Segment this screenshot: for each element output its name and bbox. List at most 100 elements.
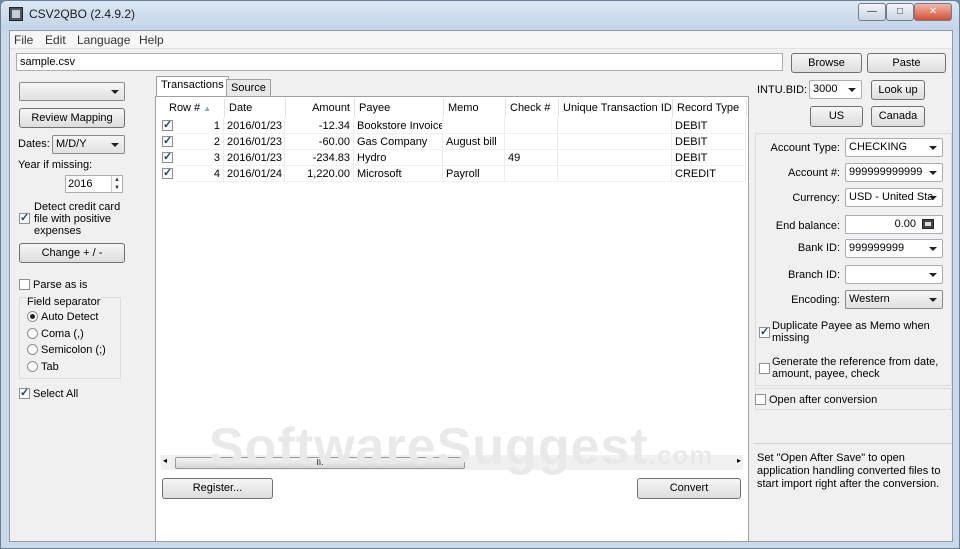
register-button[interactable]: Register... — [162, 478, 273, 499]
info-panel: Set "Open After Save" to open applicatio… — [753, 443, 952, 541]
detect-credit-card-checkbox[interactable] — [19, 211, 30, 224]
table-row[interactable]: 2 2016/01/23 -60.00 Gas Company August b… — [156, 134, 746, 150]
branch-id-select[interactable] — [845, 265, 943, 284]
account-type-value: CHECKING — [849, 141, 908, 153]
dates-format-select[interactable]: M/D/Y — [52, 135, 125, 154]
duplicate-payee-checkbox[interactable] — [759, 325, 770, 338]
column-header-date[interactable]: Date — [225, 99, 286, 117]
column-header-row-label: Row # — [169, 102, 201, 114]
app-icon — [9, 7, 23, 21]
cell-memo: Payroll — [443, 166, 505, 182]
select-all-checkbox[interactable] — [19, 386, 30, 399]
separator-radio-tab[interactable] — [27, 361, 38, 372]
info-text: Set "Open After Save" to open applicatio… — [757, 452, 941, 490]
cell-record-type: CREDIT — [672, 166, 746, 182]
row-checkbox[interactable] — [162, 118, 173, 131]
scroll-right-icon[interactable]: ▸ — [737, 456, 741, 465]
currency-label: Currency: — [792, 192, 840, 204]
bank-id-select[interactable]: 999999999 — [845, 239, 943, 258]
menu-bar: File Edit Language Help — [10, 31, 952, 49]
review-mapping-button[interactable]: Review Mapping — [19, 108, 125, 128]
table-row[interactable]: 1 2016/01/23 -12.34 Bookstore Invoice DE… — [156, 118, 746, 134]
paste-button[interactable]: Paste — [867, 53, 946, 73]
lookup-button[interactable]: Look up — [871, 80, 925, 100]
column-header-memo[interactable]: Memo — [444, 99, 506, 117]
cell-payee: Gas Company — [354, 134, 443, 150]
dates-format-value: M/D/Y — [56, 138, 87, 150]
window-title: CSV2QBO (2.4.9.2) — [29, 7, 136, 21]
currency-value: USD - United Sta — [849, 191, 934, 203]
field-separator-label: Field separator — [26, 296, 102, 308]
convert-button[interactable]: Convert — [637, 478, 741, 499]
year-value: 2016 — [68, 178, 93, 190]
separator-radio-coma[interactable] — [27, 328, 38, 339]
app-window: CSV2QBO (2.4.9.2) — □ ✕ File Edit Langua… — [0, 0, 960, 549]
table-row[interactable]: 4 2016/01/24 1,220.00 Microsoft Payroll … — [156, 166, 746, 182]
scroll-left-icon[interactable]: ◂ — [163, 456, 167, 465]
column-header-payee[interactable]: Payee — [355, 99, 444, 117]
cell-date: 2016/01/23 — [224, 134, 285, 150]
us-button[interactable]: US — [810, 106, 863, 127]
intu-bid-label: INTU.BID: — [757, 84, 808, 96]
bank-id-label: Bank ID: — [797, 242, 840, 254]
cell-date: 2016/01/23 — [224, 118, 285, 134]
encoding-select[interactable]: Western — [845, 290, 943, 309]
cell-record-type: DEBIT — [672, 150, 746, 166]
file-path-input[interactable]: sample.csv — [16, 53, 783, 71]
parse-as-is-checkbox[interactable] — [19, 279, 30, 290]
cell-amount: -60.00 — [285, 134, 354, 150]
menu-help[interactable]: Help — [139, 33, 164, 47]
currency-select[interactable]: USD - United Sta — [845, 188, 943, 207]
intu-bid-select[interactable]: 3000 — [809, 80, 862, 99]
column-header-row[interactable]: Row # ▲ — [157, 99, 225, 117]
maximize-button[interactable]: □ — [886, 3, 914, 21]
row-checkbox[interactable] — [162, 150, 173, 163]
select-all-label: Select All — [33, 388, 79, 400]
row-checkbox[interactable] — [162, 166, 173, 179]
tab-transactions[interactable]: Transactions — [156, 76, 229, 97]
encoding-value: Western — [849, 293, 890, 305]
canada-button[interactable]: Canada — [871, 106, 925, 127]
intu-bid-value: 3000 — [813, 83, 838, 95]
cell-check — [505, 134, 558, 150]
parse-as-is-label: Parse as is — [33, 279, 88, 291]
table-header: Row # ▲ Date Amount Payee Memo Check # U… — [157, 99, 747, 117]
menu-language[interactable]: Language — [77, 33, 130, 47]
open-after-conversion-checkbox[interactable] — [755, 394, 766, 405]
cell-amount: -12.34 — [285, 118, 354, 134]
chevron-down-icon — [848, 88, 856, 92]
minimize-button[interactable]: — — [858, 3, 886, 21]
change-sign-button[interactable]: Change + / - — [19, 243, 125, 263]
menu-edit[interactable]: Edit — [45, 33, 66, 47]
separator-label-semicolon: Semicolon (;) — [41, 344, 106, 356]
account-type-label: Account Type: — [770, 142, 840, 154]
chevron-down-icon — [111, 143, 119, 147]
account-number-label: Account #: — [788, 167, 840, 179]
generate-reference-checkbox[interactable] — [759, 363, 770, 374]
table-row[interactable]: 3 2016/01/23 -234.83 Hydro 49 DEBIT — [156, 150, 746, 166]
duplicate-payee-label: Duplicate Payee as Memo when missing — [772, 320, 930, 344]
account-number-value: 999999999999 — [849, 166, 923, 178]
cell-row: 4 — [176, 166, 224, 182]
column-header-unique-id[interactable]: Unique Transaction ID — [559, 99, 673, 117]
bank-id-value: 999999999 — [849, 242, 905, 254]
browse-button[interactable]: Browse — [791, 53, 862, 73]
column-header-record-type[interactable]: Record Type — [673, 99, 747, 117]
cell-check — [505, 118, 558, 134]
separator-radio-semicolon[interactable] — [27, 344, 38, 355]
mapping-dropdown[interactable] — [19, 82, 125, 101]
calculator-icon[interactable] — [922, 219, 934, 229]
separator-radio-auto[interactable] — [27, 311, 38, 322]
account-type-select[interactable]: CHECKING — [845, 138, 943, 157]
tab-source[interactable]: Source — [226, 79, 271, 97]
account-number-select[interactable]: 999999999999 — [845, 163, 943, 182]
column-header-amount[interactable]: Amount — [286, 99, 355, 117]
row-checkbox[interactable] — [162, 134, 173, 147]
close-button[interactable]: ✕ — [914, 3, 952, 21]
cell-amount: 1,220.00 — [285, 166, 354, 182]
detect-credit-card-label: Detect credit card file with positive ex… — [34, 201, 121, 237]
cell-unique-id — [558, 150, 672, 166]
menu-file[interactable]: File — [14, 33, 33, 47]
year-spinner[interactable]: ▲ ▼ — [111, 176, 122, 192]
column-header-check[interactable]: Check # — [506, 99, 559, 117]
